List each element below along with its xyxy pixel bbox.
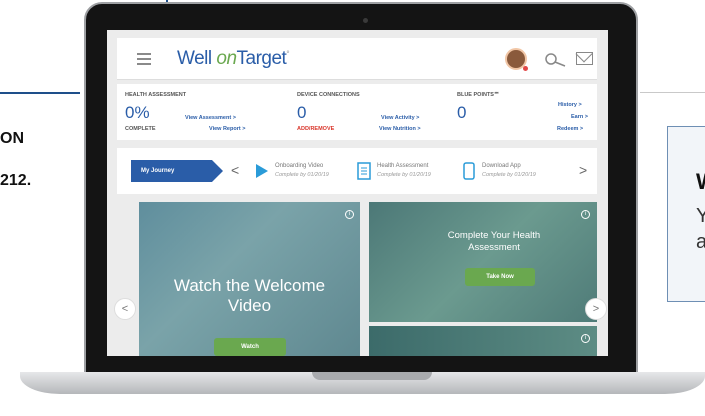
info-icon[interactable]: i xyxy=(581,334,590,343)
document-icon xyxy=(357,162,371,180)
health-title-line2: Assessment xyxy=(468,242,520,253)
health-assessment-card-title: Complete Your Health Assessment xyxy=(419,230,569,254)
view-report-link[interactable]: View Report > xyxy=(209,126,245,132)
health-assessment-value: 0% xyxy=(125,103,150,122)
app-header: Well onTarget° xyxy=(117,38,597,80)
redeem-link[interactable]: Redeem > xyxy=(557,126,583,132)
health-title-line1: Complete Your Health xyxy=(447,230,541,241)
health-assessment-card[interactable]: i Complete Your Health Assessment Take N… xyxy=(369,202,597,322)
play-icon xyxy=(256,164,268,178)
take-now-button[interactable]: Take Now xyxy=(465,268,535,286)
welcome-title-line1: Watch the Welcome xyxy=(173,276,326,295)
search-icon-graphic xyxy=(545,53,566,67)
watch-button[interactable]: Watch xyxy=(214,338,286,356)
welcome-video-card[interactable]: i Watch the Welcome Video Watch xyxy=(139,202,360,356)
logo-suffix: Target xyxy=(236,48,287,69)
presentation-slide: ON 212. W Y a Well onTarget° HEALTH ASS xyxy=(0,0,705,416)
notification-dot xyxy=(523,66,528,71)
health-assessment-title: HEALTH ASSESSMENT xyxy=(125,92,187,98)
step-title: Onboarding Video xyxy=(275,163,324,169)
mail-icon[interactable] xyxy=(576,52,593,65)
welcome-title-line2: Video xyxy=(227,296,272,315)
welltarget-logo[interactable]: Well onTarget° xyxy=(177,48,289,70)
blue-points-title: BLUE POINTS℠ xyxy=(457,92,500,98)
my-journey-tab[interactable]: My Journey xyxy=(131,160,223,182)
logo-on: on xyxy=(216,48,237,69)
journey-step-onboarding[interactable]: Onboarding Video Complete by 01/20/19 xyxy=(255,162,365,182)
third-card[interactable]: i xyxy=(369,326,597,356)
step-title: Download App xyxy=(482,163,521,169)
slide-callout-box: W Y a xyxy=(667,126,705,302)
view-assessment-link[interactable]: View Assessment > xyxy=(185,115,236,121)
health-assessment-sub: COMPLETE xyxy=(125,126,156,132)
laptop-screen: Well onTarget° HEALTH ASSESSMENT 0% COMP… xyxy=(107,30,608,356)
callout-line2: a xyxy=(696,231,705,253)
step-title: Health Assessment xyxy=(377,163,429,169)
step-due: Complete by 01/20/19 xyxy=(482,172,536,178)
carousel-prev-button[interactable]: < xyxy=(114,298,136,320)
laptop-camera xyxy=(363,18,368,23)
logo-mark: ° xyxy=(286,49,290,59)
device-connections-value: 0 xyxy=(297,103,307,122)
device-connections-title: DEVICE CONNECTIONS xyxy=(297,92,360,98)
slide-text-line2: 212. xyxy=(0,172,32,189)
journey-step-download[interactable]: Download App Complete by 01/20/19 xyxy=(462,162,572,182)
blue-points-value: 0 xyxy=(457,103,467,122)
journey-bar: My Journey < Onboarding Video Complete b… xyxy=(117,148,597,194)
info-icon[interactable]: i xyxy=(581,210,590,219)
hamburger-menu-icon[interactable] xyxy=(137,53,151,65)
earn-link[interactable]: Earn > xyxy=(571,114,588,120)
welcome-video-title: Watch the Welcome Video xyxy=(139,276,360,316)
slide-rule-left xyxy=(0,92,80,94)
stats-panel: HEALTH ASSESSMENT 0% COMPLETE View Asses… xyxy=(117,84,597,140)
slide-rule-right xyxy=(640,92,705,93)
add-remove-link[interactable]: ADD/REMOVE xyxy=(297,126,334,132)
phone-icon xyxy=(463,162,475,180)
laptop-notch xyxy=(312,372,432,380)
callout-heading: W xyxy=(696,169,705,195)
view-nutrition-link[interactable]: View Nutrition > xyxy=(379,126,421,132)
info-icon[interactable]: i xyxy=(345,210,354,219)
logo-prefix: Well xyxy=(177,48,217,69)
callout-line1: Y xyxy=(696,205,705,227)
journey-step-assessment[interactable]: Health Assessment Complete by 01/20/19 xyxy=(357,162,467,182)
journey-next-icon[interactable]: > xyxy=(579,162,587,178)
search-icon[interactable] xyxy=(543,52,569,68)
step-due: Complete by 01/20/19 xyxy=(275,172,329,178)
carousel-next-button[interactable]: > xyxy=(585,298,607,320)
step-due: Complete by 01/20/19 xyxy=(377,172,431,178)
view-activity-link[interactable]: View Activity > xyxy=(381,115,419,121)
history-link[interactable]: History > xyxy=(558,102,582,108)
journey-prev-icon[interactable]: < xyxy=(231,162,239,178)
slide-text-line1: ON xyxy=(0,130,24,147)
